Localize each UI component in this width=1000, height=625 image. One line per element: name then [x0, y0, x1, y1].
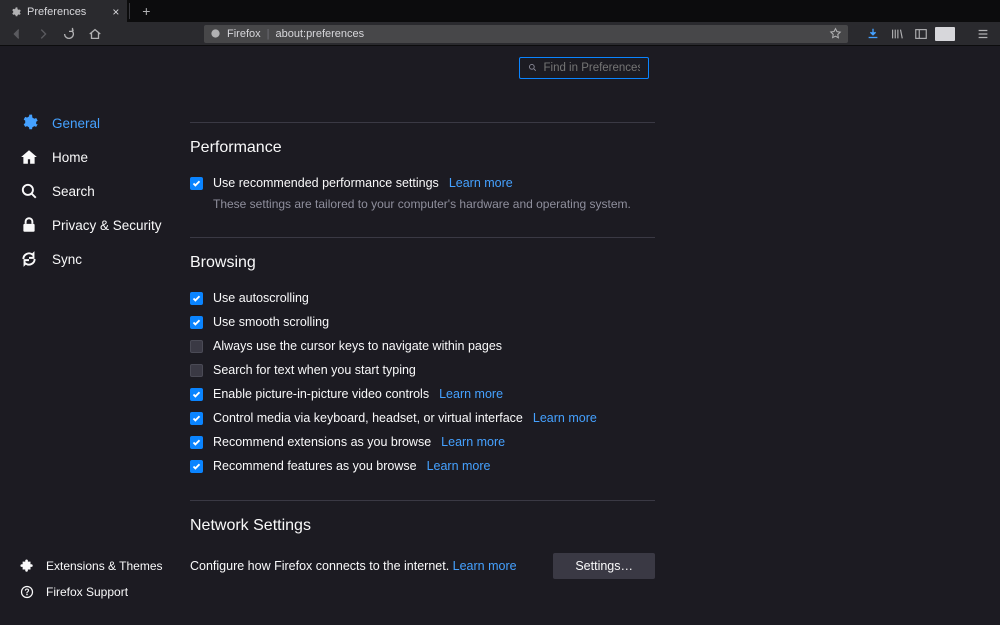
learn-more-link[interactable]: Learn more: [441, 435, 505, 449]
gear-icon: [10, 7, 21, 18]
checkbox[interactable]: [190, 412, 203, 425]
browsing-option: Recommend features as you browse Learn mo…: [190, 454, 655, 478]
tab-label: Preferences: [27, 6, 86, 18]
preferences-sidebar: General Home Search Privacy & Security S: [0, 46, 180, 625]
learn-more-link[interactable]: Learn more: [449, 176, 513, 190]
question-icon: [20, 585, 34, 599]
learn-more-link[interactable]: Learn more: [453, 559, 517, 573]
checkbox-label: Use autoscrolling: [213, 291, 309, 305]
section-title: Browsing: [190, 254, 655, 272]
puzzle-icon: [20, 559, 34, 573]
sidebar-item-general[interactable]: General: [10, 106, 180, 140]
checkbox-label: Recommend extensions as you browse: [213, 435, 431, 449]
browsing-section: Browsing Use autoscrolling Use smooth scr…: [190, 237, 655, 478]
sidebar-item-sync[interactable]: Sync: [10, 242, 180, 276]
checkbox[interactable]: [190, 460, 203, 473]
close-icon[interactable]: ×: [112, 5, 119, 19]
network-section: Network Settings Configure how Firefox c…: [190, 500, 655, 579]
checkbox-label: Use recommended performance settings: [213, 176, 439, 190]
lock-icon: [20, 216, 38, 234]
checkbox[interactable]: [190, 316, 203, 329]
checkbox-label: Always use the cursor keys to navigate w…: [213, 339, 502, 353]
checkbox-label: Enable picture-in-picture video controls: [213, 387, 429, 401]
reload-button[interactable]: [58, 24, 80, 44]
helper-text: These settings are tailored to your comp…: [190, 195, 655, 215]
color-swatch[interactable]: [934, 24, 956, 44]
checkbox-label: Use smooth scrolling: [213, 315, 329, 329]
browsing-option: Enable picture-in-picture video controls…: [190, 382, 655, 406]
url-brand: Firefox: [227, 28, 261, 40]
sidebar-item-support[interactable]: Firefox Support: [10, 579, 180, 605]
back-button[interactable]: [6, 24, 28, 44]
nav-bar: Firefox | about:preferences: [0, 22, 1000, 46]
checkbox[interactable]: [190, 388, 203, 401]
section-title: Network Settings: [190, 517, 655, 535]
new-tab-button[interactable]: +: [132, 0, 160, 22]
sidebar-item-label: Home: [52, 150, 88, 165]
learn-more-link[interactable]: Learn more: [439, 387, 503, 401]
divider: [129, 3, 130, 19]
sidebar-item-label: Firefox Support: [46, 585, 128, 599]
sidebar-item-search[interactable]: Search: [10, 174, 180, 208]
home-icon: [20, 148, 38, 166]
sidebar-item-label: Extensions & Themes: [46, 559, 163, 573]
main-pane: Performance Use recommended performance …: [180, 46, 1000, 625]
sidebar-item-privacy[interactable]: Privacy & Security: [10, 208, 180, 242]
search-icon: [20, 182, 38, 200]
browsing-option: Use autoscrolling: [190, 286, 655, 310]
forward-button[interactable]: [32, 24, 54, 44]
page: General Home Search Privacy & Security S: [0, 46, 1000, 625]
download-icon[interactable]: [862, 24, 884, 44]
checkbox-recommended-performance[interactable]: [190, 177, 203, 190]
sync-icon: [20, 250, 38, 268]
library-icon[interactable]: [886, 24, 908, 44]
preferences-content: Performance Use recommended performance …: [190, 122, 655, 579]
sidebar-item-label: Privacy & Security: [52, 218, 162, 233]
checkbox[interactable]: [190, 436, 203, 449]
checkbox-label: Recommend features as you browse: [213, 459, 417, 473]
search-input[interactable]: [543, 62, 640, 74]
search-icon: [528, 63, 537, 74]
gear-icon: [20, 114, 38, 132]
section-title: Performance: [190, 139, 655, 157]
browsing-option: Search for text when you start typing: [190, 358, 655, 382]
browsing-option: Use smooth scrolling: [190, 310, 655, 334]
checkbox[interactable]: [190, 364, 203, 377]
tab-bar: Preferences × +: [0, 0, 1000, 22]
network-settings-button[interactable]: Settings…: [553, 553, 655, 579]
firefox-logo-icon: [210, 28, 221, 39]
sidebar-bottom: Extensions & Themes Firefox Support: [10, 553, 180, 615]
checkbox[interactable]: [190, 292, 203, 305]
browsing-option: Recommend extensions as you browse Learn …: [190, 430, 655, 454]
learn-more-link[interactable]: Learn more: [533, 411, 597, 425]
url-separator: |: [267, 28, 270, 40]
learn-more-link[interactable]: Learn more: [427, 459, 491, 473]
network-text: Configure how Firefox connects to the in…: [190, 559, 449, 573]
hamburger-menu-icon[interactable]: [972, 24, 994, 44]
checkbox-label: Control media via keyboard, headset, or …: [213, 411, 523, 425]
sidebar-item-label: General: [52, 116, 100, 131]
toolbar-right: [862, 24, 994, 44]
sidebar-toggle-icon[interactable]: [910, 24, 932, 44]
url-bar[interactable]: Firefox | about:preferences: [204, 25, 848, 43]
performance-section: Performance Use recommended performance …: [190, 122, 655, 215]
sidebar-item-label: Sync: [52, 252, 82, 267]
home-button[interactable]: [84, 24, 106, 44]
checkbox[interactable]: [190, 340, 203, 353]
browsing-option: Always use the cursor keys to navigate w…: [190, 334, 655, 358]
sidebar-item-home[interactable]: Home: [10, 140, 180, 174]
sidebar-item-extensions[interactable]: Extensions & Themes: [10, 553, 180, 579]
find-in-preferences[interactable]: [519, 57, 649, 79]
checkbox-label: Search for text when you start typing: [213, 363, 416, 377]
bookmark-star-icon[interactable]: [829, 27, 842, 40]
tab-preferences[interactable]: Preferences ×: [0, 0, 127, 22]
url-text: about:preferences: [275, 28, 364, 40]
sidebar-item-label: Search: [52, 184, 95, 199]
browsing-option: Control media via keyboard, headset, or …: [190, 406, 655, 430]
